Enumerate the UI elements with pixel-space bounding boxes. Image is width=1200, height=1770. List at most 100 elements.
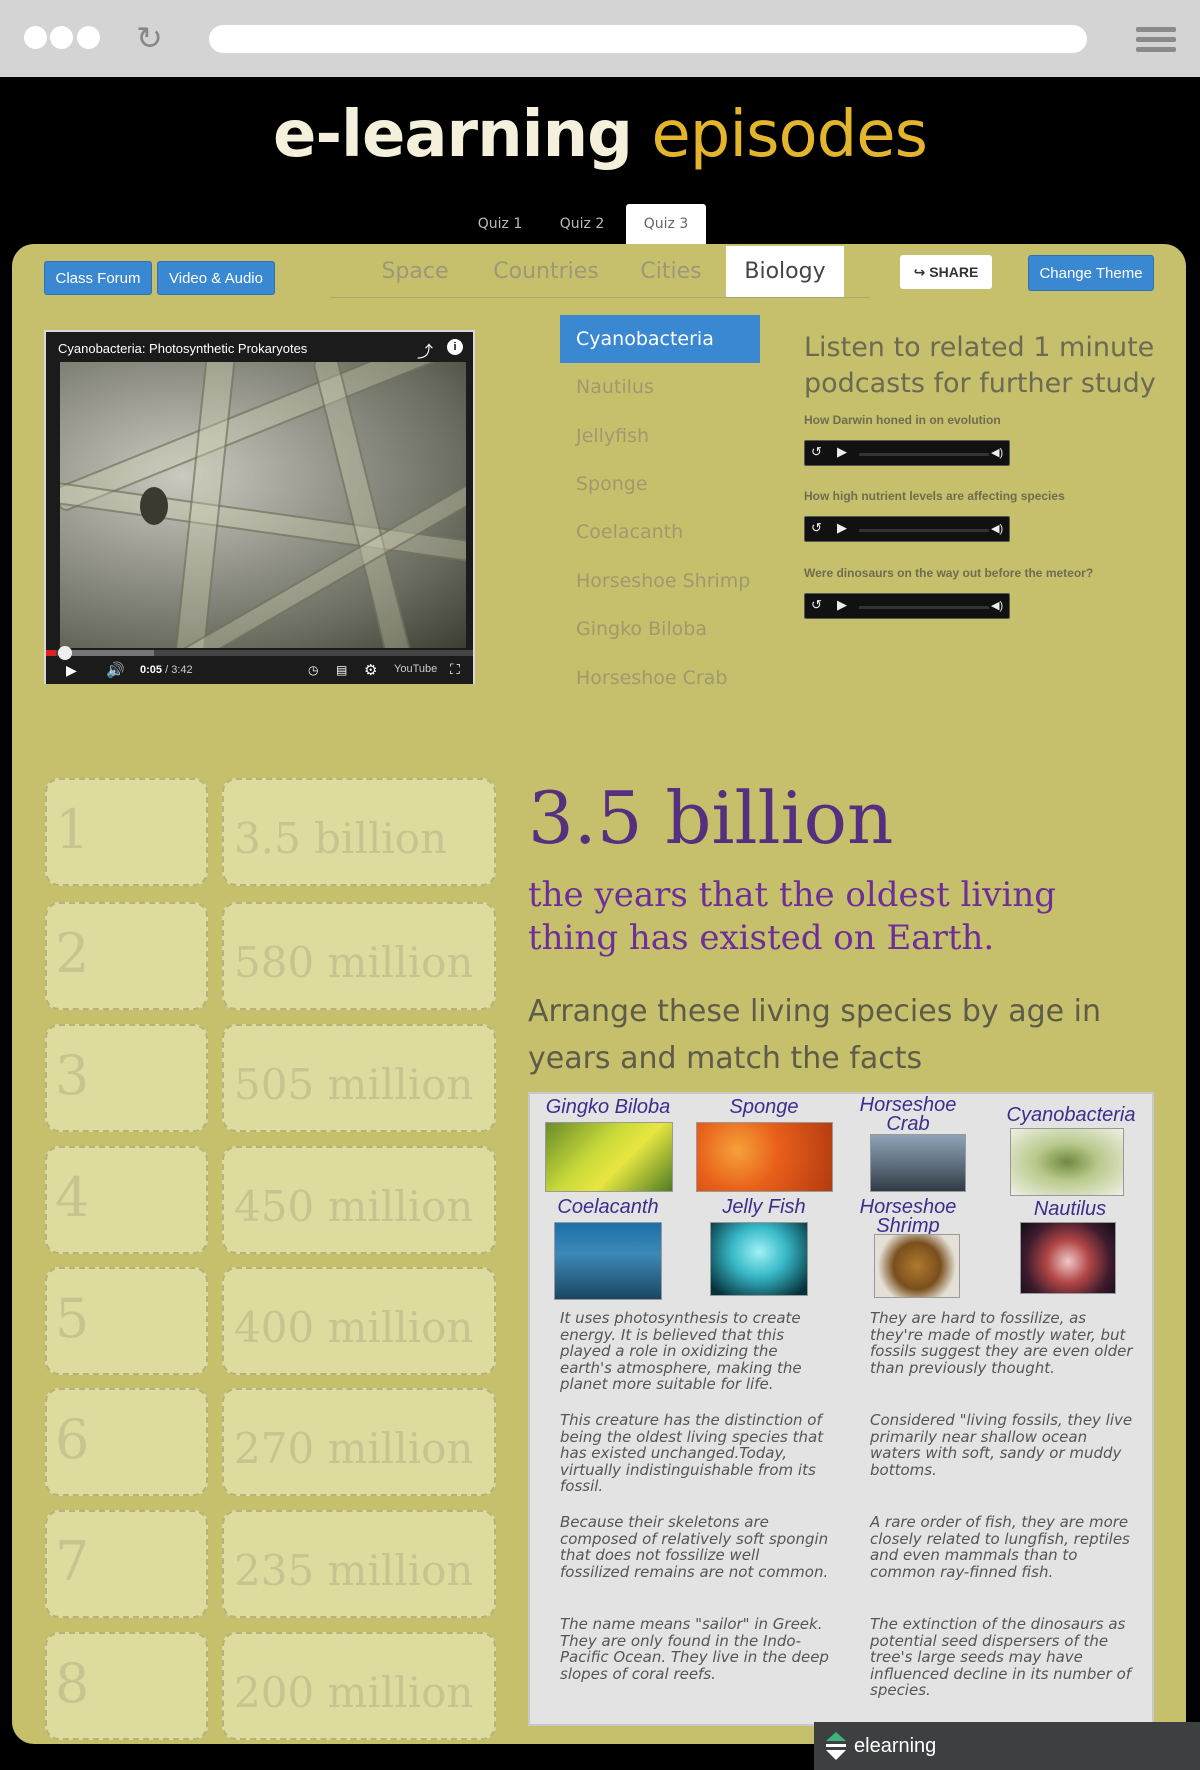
volume-icon[interactable]: 🔊	[106, 661, 125, 679]
video-player[interactable]: Cyanobacteria: Photosynthetic Prokaryote…	[44, 330, 475, 684]
video-share-icon[interactable]: ⤴	[417, 338, 433, 362]
tab-space[interactable]: Space	[368, 246, 462, 298]
fact-text[interactable]: It uses photosynthesis to create energy.…	[560, 1310, 830, 1393]
podcast-label: How Darwin honed in on evolution	[804, 413, 1001, 427]
match-number-slot[interactable]: 1	[45, 778, 208, 886]
replay-30-icon[interactable]: ↺	[811, 597, 822, 613]
match-value-slot[interactable]: 580 million	[222, 902, 496, 1010]
audio-progress-bar[interactable]	[859, 453, 989, 456]
match-value-slot[interactable]: 270 million	[222, 1388, 496, 1496]
share-button[interactable]: ↪ SHARE	[900, 255, 992, 289]
brand-logo-icon	[826, 1732, 846, 1760]
tab-biology[interactable]: Biology	[726, 246, 844, 298]
tab-quiz-1[interactable]: Quiz 1	[463, 204, 537, 244]
species-item-horseshoe-crab[interactable]: Horseshoe Crab	[560, 654, 760, 702]
fact-text[interactable]: Considered "living fossils, they live pr…	[870, 1412, 1138, 1478]
match-value-slot[interactable]: 400 million	[222, 1267, 496, 1375]
species-name: Nautilus	[1033, 1198, 1107, 1220]
audio-progress-bar[interactable]	[859, 529, 989, 532]
instruction-text: Arrange these living species by age in y…	[528, 994, 1101, 1076]
species-name: Coelacanth	[557, 1196, 659, 1218]
youtube-logo[interactable]: YouTube	[394, 663, 437, 675]
match-value-slot[interactable]: 3.5 billion	[222, 778, 496, 886]
fact-text[interactable]: This creature has the distinction of bei…	[560, 1412, 830, 1495]
species-name: Gingko Biloba	[545, 1096, 671, 1118]
video-scrubber[interactable]	[58, 646, 72, 660]
match-number-slot[interactable]: 2	[45, 902, 208, 1010]
nautilus-image[interactable]	[1020, 1222, 1116, 1294]
video-duration: / 3:42	[165, 664, 193, 676]
gingko-image[interactable]	[545, 1122, 673, 1192]
volume-icon[interactable]: ◀)	[991, 446, 1003, 459]
fact-text[interactable]: A rare order of fish, they are more clos…	[870, 1514, 1138, 1580]
tab-quiz-3[interactable]: Quiz 3	[626, 204, 706, 245]
species-item-horseshoe-shrimp[interactable]: Horseshoe Shrimp	[560, 557, 760, 605]
settings-gear-icon[interactable]: ⚙	[364, 661, 377, 679]
tab-quiz-2[interactable]: Quiz 2	[545, 204, 619, 244]
match-number-slot[interactable]: 7	[45, 1510, 208, 1618]
species-name: Horseshoe Crab	[859, 1094, 957, 1135]
video-progress-bar[interactable]	[46, 650, 473, 656]
site-logo: e-learning episodes	[0, 98, 1200, 172]
audio-progress-bar[interactable]	[859, 606, 989, 609]
match-value-slot[interactable]: 235 million	[222, 1510, 496, 1618]
sponge-image[interactable]	[696, 1122, 833, 1192]
species-item-sponge[interactable]: Sponge	[560, 460, 760, 508]
tab-cities[interactable]: Cities	[630, 246, 712, 298]
match-value-slot[interactable]: 505 million	[222, 1024, 496, 1132]
fact-value: 3.5 billion	[528, 776, 894, 860]
match-number-slot[interactable]: 6	[45, 1388, 208, 1496]
species-item-coelacanth[interactable]: Coelacanth	[560, 508, 760, 556]
species-card: Gingko Biloba Sponge Horseshoe Crab Cyan…	[528, 1092, 1154, 1726]
info-icon[interactable]: i	[447, 339, 463, 355]
audio-player[interactable]: ↺ ▶ ◀)	[804, 593, 1010, 619]
volume-icon[interactable]: ◀)	[991, 599, 1003, 612]
volume-icon[interactable]: ◀)	[991, 522, 1003, 535]
audio-player[interactable]: ↺ ▶ ◀)	[804, 516, 1010, 542]
jellyfish-image[interactable]	[710, 1222, 808, 1296]
horseshoe-crab-image[interactable]	[870, 1134, 966, 1192]
menu-icon[interactable]	[1136, 27, 1176, 53]
play-icon[interactable]: ▶	[837, 520, 847, 536]
address-bar[interactable]	[209, 25, 1087, 53]
species-item-cyanobacteria[interactable]: Cyanobacteria	[560, 315, 760, 363]
captions-icon[interactable]: ▤	[336, 663, 347, 677]
match-number-slot[interactable]: 5	[45, 1267, 208, 1375]
match-number-slot[interactable]: 4	[45, 1146, 208, 1254]
window-dot-icon[interactable]	[77, 26, 100, 49]
class-forum-button[interactable]: Class Forum	[44, 261, 152, 295]
species-item-nautilus[interactable]: Nautilus	[560, 363, 760, 411]
cyanobacteria-image[interactable]	[1010, 1128, 1124, 1196]
species-item-jellyfish[interactable]: Jellyfish	[560, 412, 760, 460]
video-title: Cyanobacteria: Photosynthetic Prokaryote…	[58, 341, 308, 356]
audio-player[interactable]: ↺ ▶ ◀)	[804, 440, 1010, 466]
fact-text[interactable]: The extinction of the dinosaurs as poten…	[870, 1616, 1138, 1699]
horseshoe-shrimp-image[interactable]	[874, 1234, 960, 1298]
tab-divider	[330, 297, 870, 298]
brand-name: elearning	[854, 1735, 937, 1757]
play-icon[interactable]: ▶	[66, 662, 77, 679]
species-item-gingko-biloba[interactable]: Gingko Biloba	[560, 605, 760, 653]
play-icon[interactable]: ▶	[837, 444, 847, 460]
match-value-slot[interactable]: 200 million	[222, 1632, 496, 1740]
replay-30-icon[interactable]: ↺	[811, 520, 822, 536]
fullscreen-icon[interactable]: ⛶	[450, 661, 460, 678]
tab-countries[interactable]: Countries	[480, 246, 612, 298]
coelacanth-image[interactable]	[554, 1222, 662, 1300]
watch-later-icon[interactable]: ◷	[308, 663, 318, 677]
fact-text[interactable]: Because their skeletons are composed of …	[560, 1514, 830, 1580]
play-icon[interactable]: ▶	[837, 597, 847, 613]
match-number-slot[interactable]: 8	[45, 1632, 208, 1740]
change-theme-button[interactable]: Change Theme	[1028, 255, 1154, 291]
video-audio-button[interactable]: Video & Audio	[157, 261, 275, 295]
match-number-slot[interactable]: 3	[45, 1024, 208, 1132]
window-dot-icon[interactable]	[50, 26, 73, 49]
match-value-slot[interactable]: 450 million	[222, 1146, 496, 1254]
fact-text[interactable]: The name means "sailor" in Greek. They a…	[560, 1616, 830, 1682]
reload-icon[interactable]: ↻	[136, 22, 168, 54]
replay-30-icon[interactable]: ↺	[811, 444, 822, 460]
brand-badge[interactable]: elearning	[814, 1722, 1200, 1770]
video-progress-fill	[46, 650, 56, 656]
fact-text[interactable]: They are hard to fossilize, as they're m…	[870, 1310, 1138, 1376]
window-dot-icon[interactable]	[24, 26, 47, 49]
